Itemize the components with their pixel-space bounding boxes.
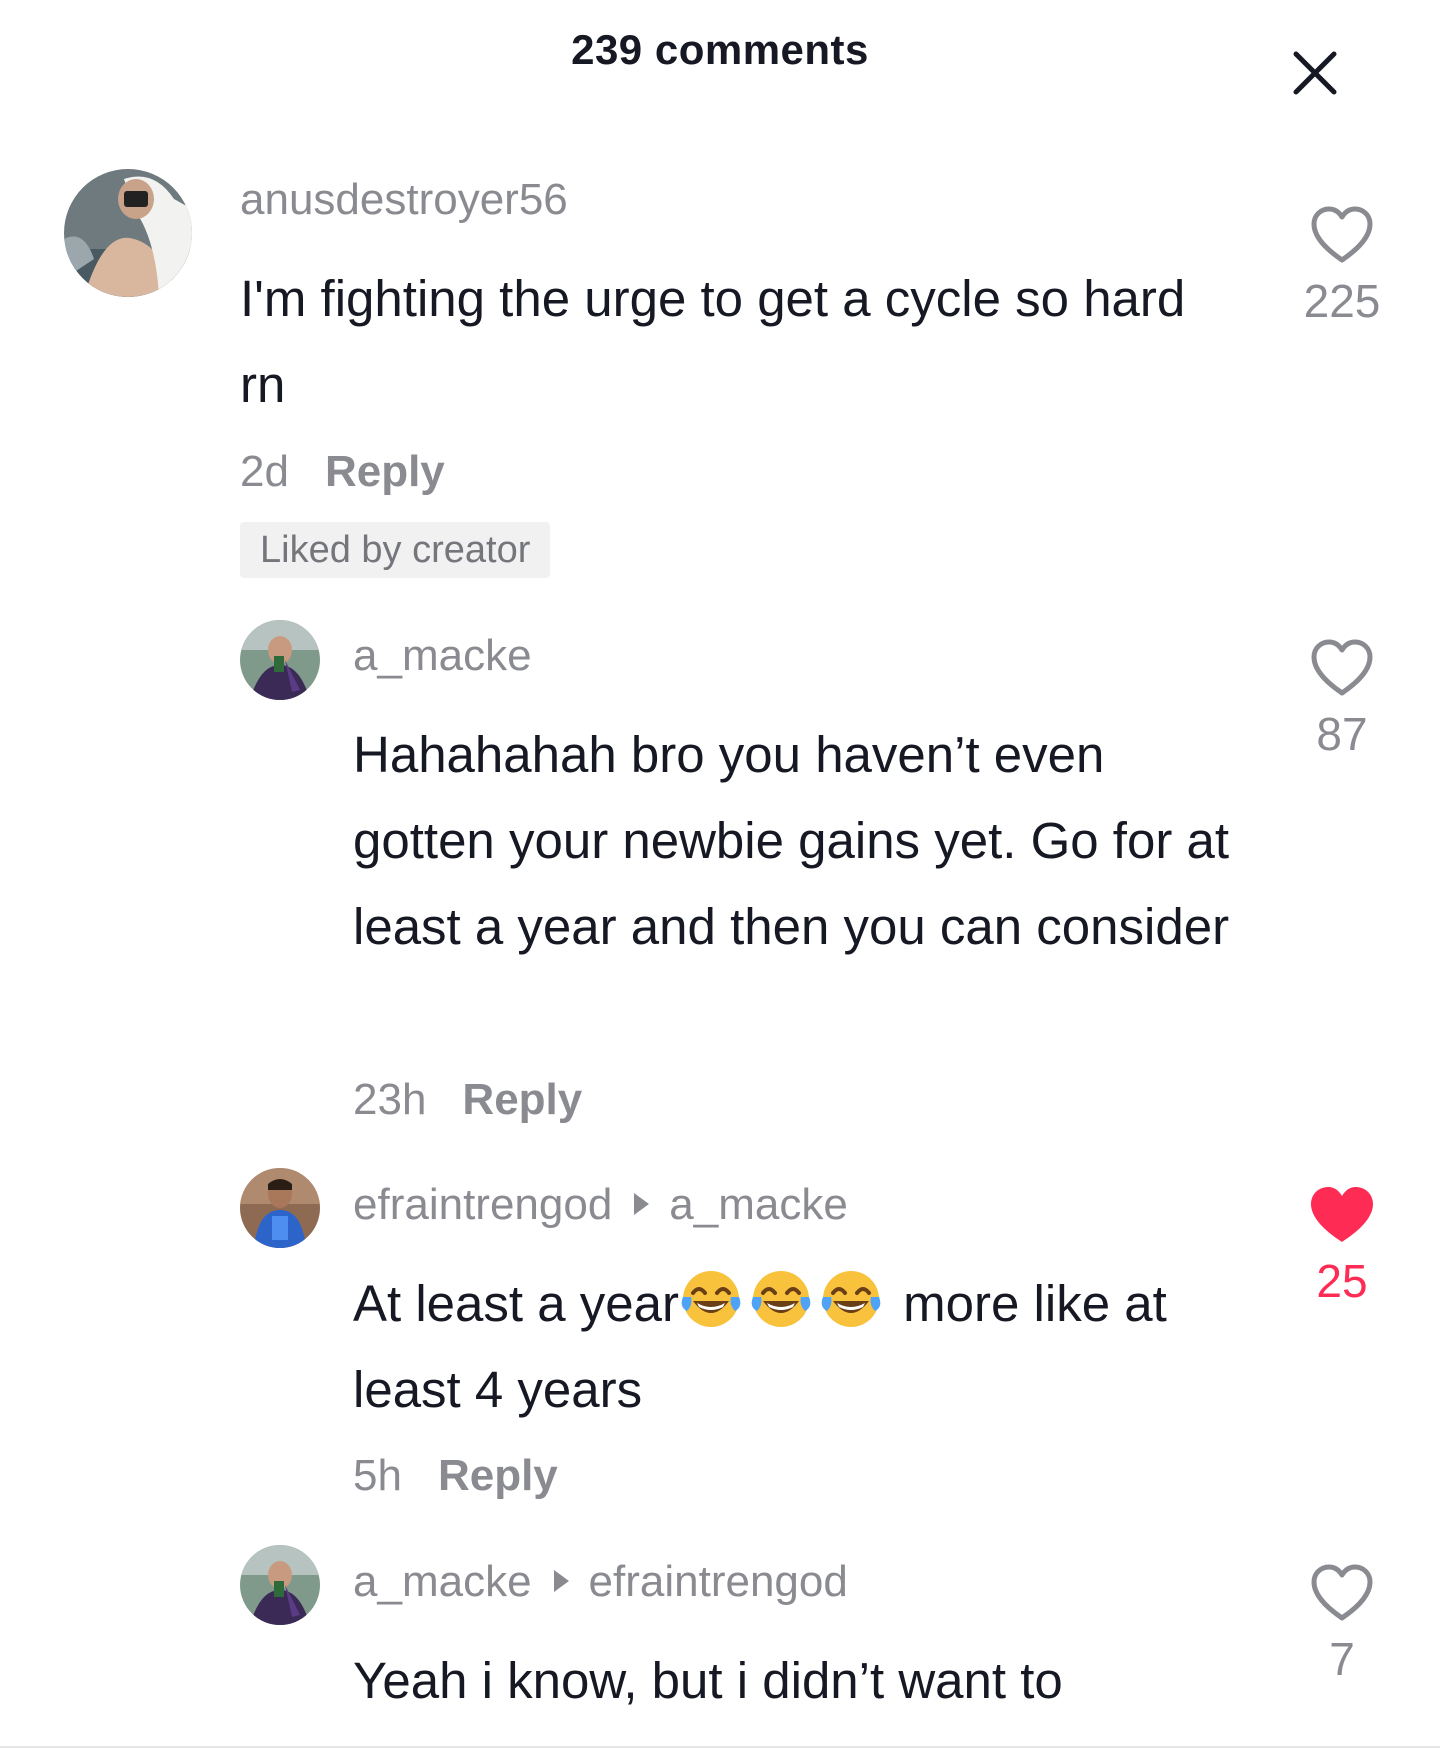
reply-button[interactable]: Reply bbox=[438, 1451, 558, 1500]
avatar[interactable] bbox=[240, 620, 320, 700]
comment-username[interactable]: a_macke bbox=[353, 630, 532, 682]
like-button[interactable]: 87 bbox=[1282, 637, 1402, 761]
like-count: 225 bbox=[1303, 275, 1381, 327]
comment-username[interactable]: anusdestroyer56 bbox=[240, 174, 568, 226]
comment-author[interactable]: a_macke bbox=[353, 1557, 532, 1606]
comment-author[interactable]: efraintrengod bbox=[353, 1180, 612, 1229]
comment-meta: 23h Reply bbox=[353, 1074, 582, 1126]
like-button[interactable]: 25 bbox=[1282, 1184, 1402, 1308]
face-with-tears-of-joy-icon bbox=[679, 1267, 743, 1331]
comment-timestamp: 2d bbox=[240, 447, 289, 496]
heart-outline-icon[interactable] bbox=[1308, 637, 1376, 699]
avatar[interactable] bbox=[64, 169, 192, 297]
comment-text: I'm fighting the urge to get a cycle so … bbox=[240, 270, 1186, 413]
like-count: 87 bbox=[1316, 708, 1368, 760]
face-with-tears-of-joy-icon bbox=[819, 1267, 883, 1331]
reply-button[interactable]: Reply bbox=[462, 1075, 582, 1124]
comment-username[interactable]: a_macke efraintrengod bbox=[353, 1556, 848, 1608]
comment-text: Hahahahah bro you haven’t even gotten yo… bbox=[353, 726, 1230, 955]
like-count: 25 bbox=[1316, 1255, 1368, 1307]
comments-header: 239 comments bbox=[0, 0, 1440, 110]
like-button[interactable]: 225 bbox=[1282, 204, 1402, 328]
reply-arrow-icon bbox=[553, 1570, 569, 1593]
comment-username[interactable]: efraintrengod a_macke bbox=[353, 1179, 848, 1231]
avatar[interactable] bbox=[240, 1168, 320, 1248]
comments-count-title: 239 comments bbox=[571, 26, 869, 73]
comment-text: At least a year more like at least 4 yea… bbox=[353, 1261, 1253, 1433]
like-count: 7 bbox=[1329, 1633, 1355, 1685]
reply-button[interactable]: Reply bbox=[325, 447, 445, 496]
heart-outline-icon[interactable] bbox=[1308, 1562, 1376, 1624]
reply-arrow-icon bbox=[634, 1193, 650, 1216]
reply-to-username[interactable]: efraintrengod bbox=[589, 1557, 848, 1606]
close-icon[interactable] bbox=[1286, 44, 1344, 102]
comment-timestamp: 23h bbox=[353, 1075, 427, 1124]
comment-meta: 5h Reply bbox=[353, 1450, 558, 1502]
comment-meta: 2d Reply bbox=[240, 446, 445, 498]
face-with-tears-of-joy-icon bbox=[749, 1267, 813, 1331]
liked-by-creator-badge: Liked by creator bbox=[240, 522, 551, 578]
avatar[interactable] bbox=[240, 1545, 320, 1625]
heart-outline-icon[interactable] bbox=[1308, 204, 1376, 266]
like-button[interactable]: 7 bbox=[1282, 1562, 1402, 1686]
reply-to-username[interactable]: a_macke bbox=[669, 1180, 848, 1229]
comment-text: Yeah i know, but i didn’t want to bbox=[353, 1652, 1063, 1709]
comment-timestamp: 5h bbox=[353, 1451, 402, 1500]
heart-filled-icon[interactable] bbox=[1308, 1184, 1376, 1246]
